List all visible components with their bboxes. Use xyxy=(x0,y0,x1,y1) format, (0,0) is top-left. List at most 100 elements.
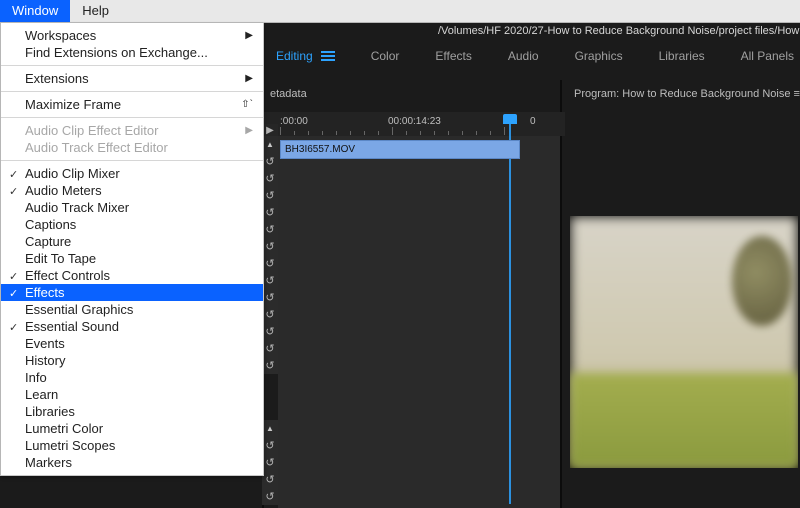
menu-window[interactable]: Window xyxy=(0,0,70,22)
panel-divider[interactable] xyxy=(560,80,562,508)
menu-shortcut: ⇧` xyxy=(241,99,253,111)
submenu-arrow-icon: ▶ xyxy=(245,125,253,137)
preview-tree xyxy=(732,236,792,326)
menu-item-label: Events xyxy=(25,335,65,352)
menu-item-audio-track-effect-editor: Audio Track Effect Editor xyxy=(1,139,263,156)
program-panel-tab[interactable]: Program: How to Reduce Background Noise … xyxy=(574,88,800,100)
menu-item-label: Essential Sound xyxy=(25,318,119,335)
menu-item-label: Audio Track Effect Editor xyxy=(25,139,168,156)
submenu-arrow-icon: ▶ xyxy=(245,30,253,42)
menu-item-label: Maximize Frame xyxy=(25,96,121,113)
menu-item-label: Capture xyxy=(25,233,71,250)
menu-item-lumetri-scopes[interactable]: Lumetri Scopes xyxy=(1,437,263,454)
menu-item-label: Libraries xyxy=(25,403,75,420)
menu-item-audio-track-mixer[interactable]: Audio Track Mixer xyxy=(1,199,263,216)
menu-separator xyxy=(1,65,263,66)
menu-separator xyxy=(1,160,263,161)
track-button[interactable]: ↺ xyxy=(262,357,278,374)
track-button[interactable]: ↺ xyxy=(262,272,278,289)
menu-item-label: Effect Controls xyxy=(25,267,110,284)
menu-item-label: Extensions xyxy=(25,70,89,87)
menu-help[interactable]: Help xyxy=(70,0,121,22)
track-collapse-icon[interactable]: ▲ xyxy=(262,136,278,153)
track-button[interactable]: ↺ xyxy=(262,454,278,471)
tab-all-panels[interactable]: All Panels xyxy=(741,49,794,63)
track-button[interactable]: ↺ xyxy=(262,340,278,357)
menu-item-events[interactable]: Events xyxy=(1,335,263,352)
menu-item-lumetri-color[interactable]: Lumetri Color xyxy=(1,420,263,437)
track-button[interactable]: ↺ xyxy=(262,170,278,187)
menu-item-info[interactable]: Info xyxy=(1,369,263,386)
track-button[interactable]: ↺ xyxy=(262,437,278,454)
timecode-label: 0 xyxy=(530,116,536,127)
menu-item-maximize-frame[interactable]: Maximize Frame ⇧` xyxy=(1,96,263,113)
track-button[interactable]: ↺ xyxy=(262,323,278,340)
menu-item-captions[interactable]: Captions xyxy=(1,216,263,233)
menu-item-label: Info xyxy=(25,369,47,386)
track-button[interactable]: ↺ xyxy=(262,471,278,488)
menu-item-workspaces[interactable]: Workspaces ▶ xyxy=(1,27,263,44)
video-clip[interactable]: BH3I6557.MOV xyxy=(280,140,520,159)
tab-label: Editing xyxy=(276,49,313,63)
menu-item-essential-sound[interactable]: ✓Essential Sound xyxy=(1,318,263,335)
menu-separator xyxy=(1,117,263,118)
track-button[interactable]: ↺ xyxy=(262,153,278,170)
window-menu-dropdown: Workspaces ▶ Find Extensions on Exchange..… xyxy=(0,22,264,476)
menu-item-label: Learn xyxy=(25,386,58,403)
menu-item-libraries[interactable]: Libraries xyxy=(1,403,263,420)
metadata-panel-tab[interactable]: etadata xyxy=(270,88,307,100)
timecode-label: :00:00 xyxy=(280,116,308,127)
track-scroll-play-icon[interactable]: ▶ xyxy=(262,124,278,136)
track-button[interactable]: ↺ xyxy=(262,221,278,238)
timeline-background xyxy=(278,112,560,508)
track-button[interactable]: ↺ xyxy=(262,488,278,505)
menu-item-edit-to-tape[interactable]: Edit To Tape xyxy=(1,250,263,267)
menu-item-label: Lumetri Scopes xyxy=(25,437,115,454)
tab-libraries[interactable]: Libraries xyxy=(659,49,705,63)
track-button[interactable]: ↺ xyxy=(262,306,278,323)
menu-item-label: Edit To Tape xyxy=(25,250,96,267)
menu-item-label: Audio Track Mixer xyxy=(25,199,129,216)
menu-item-essential-graphics[interactable]: Essential Graphics xyxy=(1,301,263,318)
tab-effects[interactable]: Effects xyxy=(435,49,471,63)
menu-item-effects[interactable]: ✓Effects xyxy=(1,284,263,301)
timecode-label: 00:00:14:23 xyxy=(388,116,441,127)
track-button[interactable]: ↺ xyxy=(262,289,278,306)
menu-item-label: Essential Graphics xyxy=(25,301,133,318)
menu-item-extensions[interactable]: Extensions ▶ xyxy=(1,70,263,87)
tab-color[interactable]: Color xyxy=(371,49,400,63)
track-header-column-lower: ▲ ↺ ↺ ↺ ↺ xyxy=(262,420,278,505)
preview-grass xyxy=(570,373,798,468)
menu-item-markers[interactable]: Markers xyxy=(1,454,263,471)
tab-editing[interactable]: Editing xyxy=(276,49,335,63)
program-monitor[interactable] xyxy=(570,216,798,468)
menu-item-label: Find Extensions on Exchange... xyxy=(25,44,208,61)
track-button[interactable]: ↺ xyxy=(262,238,278,255)
tab-audio[interactable]: Audio xyxy=(508,49,539,63)
playhead[interactable] xyxy=(510,114,517,124)
hamburger-icon[interactable] xyxy=(321,49,335,63)
menu-item-label: Workspaces xyxy=(25,27,96,44)
menu-item-label: Audio Meters xyxy=(25,182,102,199)
menu-item-effect-controls[interactable]: ✓Effect Controls xyxy=(1,267,263,284)
timeline-ruler[interactable]: :00:00 00:00:14:23 0 xyxy=(262,112,800,136)
track-collapse-icon[interactable]: ▲ xyxy=(262,420,278,437)
menu-separator xyxy=(1,91,263,92)
menu-item-label: History xyxy=(25,352,65,369)
menu-item-find-extensions-on-exchange[interactable]: Find Extensions on Exchange... xyxy=(1,44,263,61)
menu-item-learn[interactable]: Learn xyxy=(1,386,263,403)
menu-item-capture[interactable]: Capture xyxy=(1,233,263,250)
menu-item-audio-meters[interactable]: ✓Audio Meters xyxy=(1,182,263,199)
track-button[interactable]: ↺ xyxy=(262,255,278,272)
menu-item-audio-clip-mixer[interactable]: ✓Audio Clip Mixer xyxy=(1,165,263,182)
tab-graphics[interactable]: Graphics xyxy=(575,49,623,63)
submenu-arrow-icon: ▶ xyxy=(245,73,253,85)
track-header-column: ▲ ↺ ↺ ↺ ↺ ↺ ↺ ↺ ↺ ↺ ↺ ↺ ↺ ↺ xyxy=(262,136,278,374)
menu-item-label: Effects xyxy=(25,284,65,301)
system-menubar: Window Help xyxy=(0,0,800,23)
track-button[interactable]: ↺ xyxy=(262,204,278,221)
menu-item-label: Audio Clip Effect Editor xyxy=(25,122,158,139)
menu-item-history[interactable]: History xyxy=(1,352,263,369)
track-button[interactable]: ↺ xyxy=(262,187,278,204)
menu-item-label: Markers xyxy=(25,454,72,471)
